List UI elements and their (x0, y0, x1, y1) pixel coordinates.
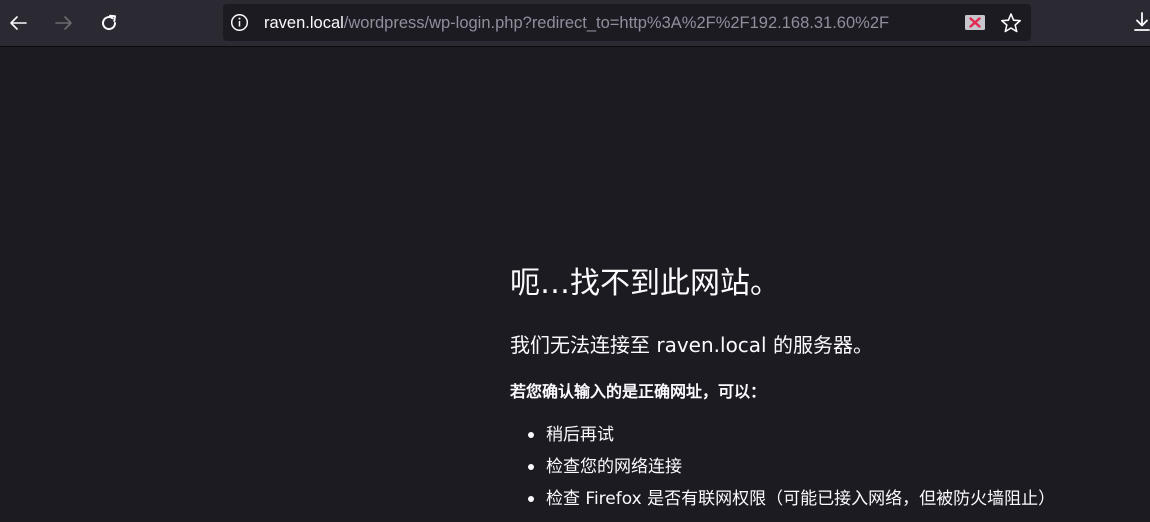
download-icon[interactable] (1132, 11, 1150, 33)
reload-button[interactable] (94, 8, 124, 38)
bullet-icon (528, 432, 534, 438)
arrow-left-icon (10, 16, 27, 30)
list-item: 检查您的网络连接 (528, 452, 1055, 484)
error-title: 呃…找不到此网站。 (510, 266, 780, 301)
forward-button[interactable] (49, 8, 79, 38)
back-button[interactable] (3, 8, 33, 38)
url-host: raven.local (264, 14, 344, 32)
arrow-right-icon (55, 16, 72, 30)
suggestion-text: 检查您的网络连接 (546, 457, 682, 477)
star-icon[interactable] (1000, 12, 1022, 34)
bullet-icon (528, 496, 534, 502)
suggestion-text: 稍后再试 (546, 425, 614, 445)
browser-toolbar: raven.local/wordpress/wp-login.php?redir… (0, 0, 1150, 47)
info-icon[interactable] (230, 13, 249, 32)
error-description: 我们无法连接至 raven.local 的服务器。 (510, 333, 873, 357)
url-path: /wordpress/wp-login.php?redirect_to=http… (343, 14, 890, 32)
url-bar[interactable]: raven.local/wordpress/wp-login.php?redir… (223, 4, 1031, 41)
suggestion-text: 检查 Firefox 是否有联网权限（可能已接入网络，但被防火墙阻止） (546, 489, 1056, 509)
list-item: 检查 Firefox 是否有联网权限（可能已接入网络，但被防火墙阻止） (528, 484, 1055, 516)
url-text[interactable]: raven.local/wordpress/wp-login.php?redir… (264, 13, 968, 33)
list-item: 稍后再试 (528, 420, 1055, 452)
reload-icon (102, 14, 117, 31)
suggestion-list: 稍后再试 检查您的网络连接 检查 Firefox 是否有联网权限（可能已接入网络… (528, 420, 1055, 516)
error-hint: 若您确认输入的是正确网址，可以： (510, 382, 767, 401)
bullet-icon (528, 464, 534, 470)
tracking-protection-icon[interactable] (965, 15, 985, 30)
url-fade (929, 8, 969, 37)
